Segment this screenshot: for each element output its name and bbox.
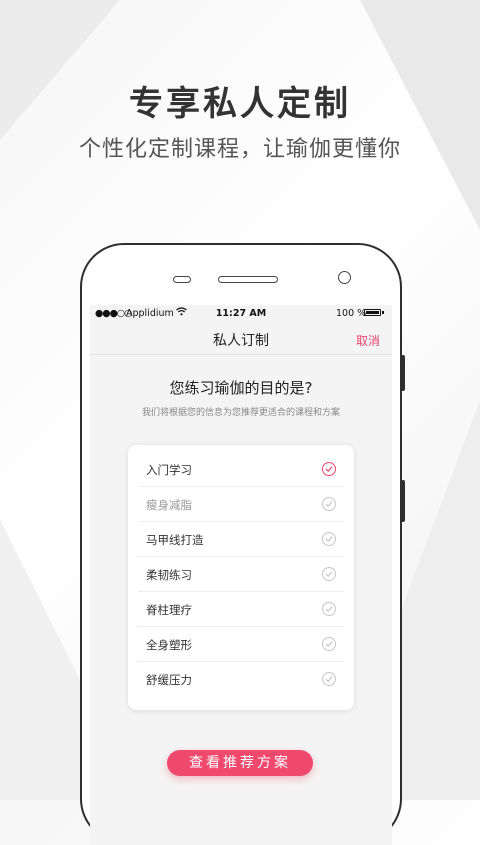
- phone-side-button: [401, 355, 405, 391]
- option-item[interactable]: 柔韧练习: [138, 557, 344, 592]
- option-label: 入门学习: [146, 463, 192, 477]
- option-item[interactable]: 舒缓压力: [138, 662, 344, 697]
- option-label: 全身塑形: [146, 638, 192, 652]
- cancel-button[interactable]: 取消: [356, 332, 380, 349]
- battery-percent: 100 %: [336, 308, 367, 319]
- option-label: 马甲线打造: [146, 533, 204, 547]
- survey-hint: 我们将根据您的信息为您推荐更适合的课程和方案: [141, 408, 340, 418]
- option-item[interactable]: 入门学习: [138, 452, 344, 487]
- option-label: 柔韧练习: [146, 568, 192, 582]
- battery-icon: [364, 309, 381, 316]
- nav-title: 私人订制: [213, 333, 269, 349]
- check-circle-icon: [322, 567, 336, 581]
- phone-speaker: [218, 276, 278, 283]
- phone-screen: ●●●○○ Applidium 11:27 AM 100 % 私人订制 取消 您…: [90, 305, 392, 845]
- status-bar: ●●●○○ Applidium 11:27 AM 100 %: [90, 305, 392, 323]
- nav-bar: 私人订制 取消: [90, 323, 392, 355]
- option-item[interactable]: 马甲线打造: [138, 522, 344, 557]
- phone-sensor: [173, 276, 191, 283]
- option-label: 舒缓压力: [146, 673, 192, 687]
- check-circle-icon: [322, 497, 336, 511]
- check-circle-icon: [322, 532, 336, 546]
- view-recommendation-button[interactable]: 查看推荐方案: [167, 750, 313, 776]
- check-circle-icon: [322, 462, 336, 476]
- options-card: 入门学习瘦身减脂马甲线打造柔韧练习脊柱理疗全身塑形舒缓压力: [128, 445, 354, 710]
- option-item[interactable]: 瘦身减脂: [138, 487, 344, 522]
- option-item[interactable]: 全身塑形: [138, 627, 344, 662]
- promo-headline: 专享私人定制: [129, 84, 351, 124]
- survey-question: 您练习瑜伽的目的是?: [169, 379, 313, 397]
- option-item[interactable]: 脊柱理疗: [138, 592, 344, 627]
- check-circle-icon: [322, 602, 336, 616]
- option-label: 脊柱理疗: [146, 603, 192, 617]
- camera-icon: [338, 271, 351, 284]
- battery-tip: [382, 311, 384, 314]
- promo-subline: 个性化定制课程，让瑜伽更懂你: [78, 137, 401, 162]
- phone-frame: ●●●○○ Applidium 11:27 AM 100 % 私人订制 取消 您…: [80, 243, 405, 845]
- phone-side-button: [401, 480, 405, 522]
- check-circle-icon: [322, 672, 336, 686]
- option-label: 瘦身减脂: [146, 498, 192, 512]
- check-circle-icon: [322, 637, 336, 651]
